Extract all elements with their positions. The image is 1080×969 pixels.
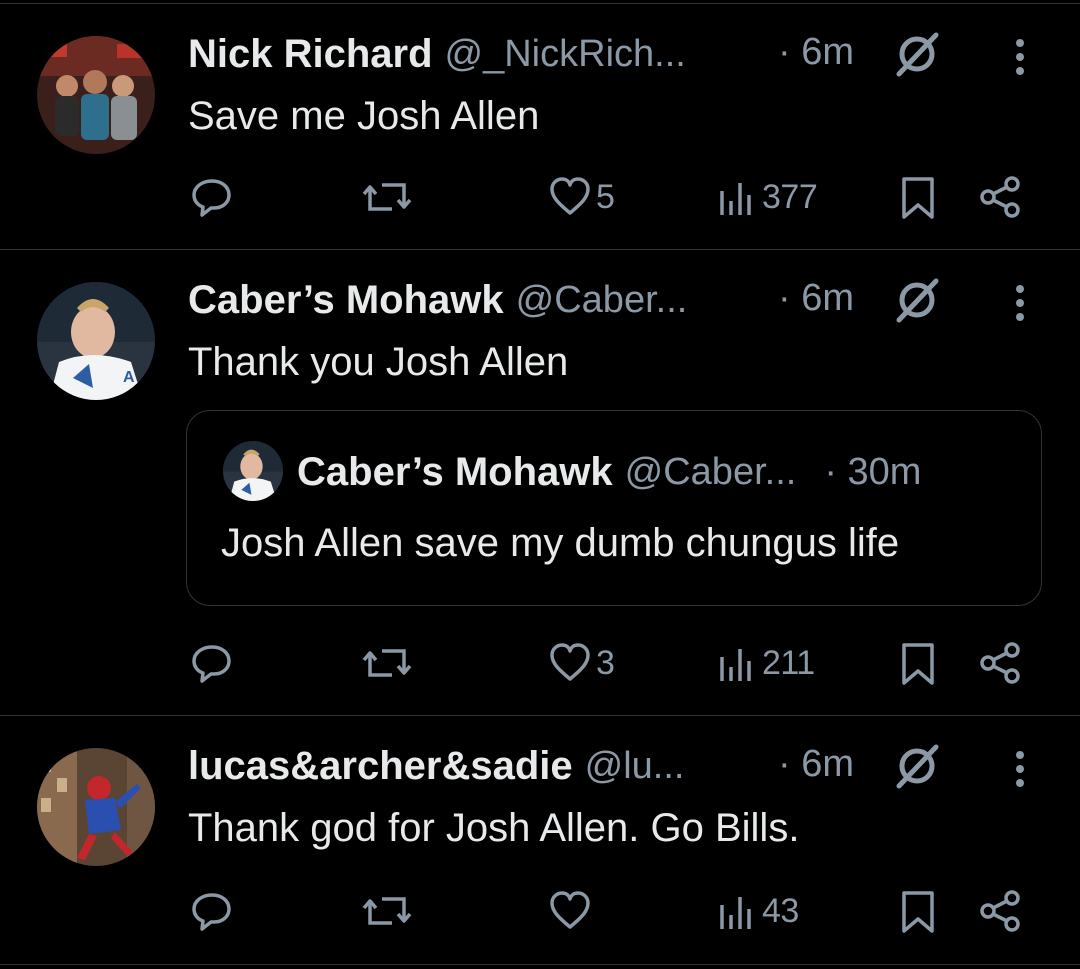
display-name[interactable]: Nick Richard xyxy=(188,32,433,77)
like-button[interactable] xyxy=(548,886,596,936)
like-count: 3 xyxy=(596,643,615,682)
display-name[interactable]: Caber’s Mohawk xyxy=(188,278,504,323)
share-icon xyxy=(980,176,1020,218)
divider xyxy=(0,964,1080,965)
user-handle[interactable]: @_NickRich... xyxy=(445,33,686,76)
bookmark-button[interactable] xyxy=(898,886,938,936)
tweet-1[interactable]: Nick Richard @_NickRich... · 6m Save me … xyxy=(0,0,1080,249)
svg-text:A: A xyxy=(123,369,135,386)
retweet-button[interactable] xyxy=(362,638,412,688)
heart-icon xyxy=(550,643,590,681)
tweet-text: Save me Josh Allen xyxy=(188,94,540,138)
view-count: 43 xyxy=(762,891,799,930)
reply-button[interactable] xyxy=(190,172,234,222)
user-handle[interactable]: @lu... xyxy=(585,745,685,788)
reply-button[interactable] xyxy=(190,638,234,688)
tweet-header: Nick Richard @_NickRich... xyxy=(188,29,686,79)
timestamp[interactable]: · 6m xyxy=(778,31,854,74)
quoted-handle: @Caber... xyxy=(624,450,797,493)
timestamp[interactable]: · 6m xyxy=(778,277,854,320)
avatar[interactable] xyxy=(37,36,155,154)
views-icon xyxy=(720,649,751,681)
quoted-avatar[interactable] xyxy=(223,441,283,501)
share-icon xyxy=(980,890,1020,932)
action-bar: 43 xyxy=(0,886,1080,936)
mute-icon[interactable] xyxy=(894,743,940,789)
bookmark-icon xyxy=(902,643,934,685)
heart-icon xyxy=(550,891,590,929)
retweet-button[interactable] xyxy=(362,172,412,222)
reply-icon xyxy=(192,645,231,683)
retweet-icon xyxy=(362,897,412,925)
quoted-text: Josh Allen save my dumb chungus life xyxy=(221,521,900,565)
action-bar: 5 377 xyxy=(0,172,1080,222)
retweet-button[interactable] xyxy=(362,886,412,936)
avatar-image: A xyxy=(37,282,155,400)
tweet-header: lucas&archer&sadie @lu... xyxy=(188,741,684,791)
retweet-icon xyxy=(362,183,412,211)
avatar[interactable] xyxy=(37,748,155,866)
views-button[interactable]: 43 xyxy=(718,886,799,936)
more-icon[interactable] xyxy=(1006,282,1034,328)
retweet-icon xyxy=(362,649,412,677)
quoted-tweet[interactable]: Caber’s Mohawk @Caber... · 30m Josh Alle… xyxy=(186,410,1042,606)
avatar[interactable]: A xyxy=(37,282,155,400)
share-button[interactable] xyxy=(978,886,1022,936)
heart-icon xyxy=(550,177,590,215)
tweet-header: Caber’s Mohawk @Caber... xyxy=(188,275,687,325)
views-button[interactable]: 377 xyxy=(718,172,818,222)
reply-icon xyxy=(192,893,231,931)
tweet-2[interactable]: A Caber’s Mohawk @Caber... · 6m Thank yo… xyxy=(0,250,1080,715)
view-count: 211 xyxy=(762,643,815,682)
mute-icon[interactable] xyxy=(894,31,940,77)
quoted-timestamp: · 30m xyxy=(824,450,922,493)
more-icon[interactable] xyxy=(1006,748,1034,794)
tweet-3[interactable]: lucas&archer&sadie @lu... · 6m Thank god… xyxy=(0,716,1080,964)
reply-icon xyxy=(192,179,231,217)
views-button[interactable]: 211 xyxy=(718,638,815,688)
share-button[interactable] xyxy=(978,638,1022,688)
timestamp[interactable]: · 6m xyxy=(778,743,854,786)
bookmark-icon xyxy=(902,891,934,933)
tweet-text: Thank god for Josh Allen. Go Bills. xyxy=(188,806,800,850)
action-bar: 3 211 xyxy=(0,638,1080,688)
share-icon xyxy=(980,642,1020,684)
views-icon xyxy=(720,183,751,215)
like-button[interactable]: 5 xyxy=(548,172,615,222)
quoted-header: Caber’s Mohawk @Caber... · 30m xyxy=(297,447,921,497)
avatar-image xyxy=(37,36,155,154)
tweet-text: Thank you Josh Allen xyxy=(188,340,569,384)
views-icon xyxy=(720,897,751,929)
quoted-display-name: Caber’s Mohawk xyxy=(297,449,613,494)
bookmark-button[interactable] xyxy=(898,638,938,688)
user-handle[interactable]: @Caber... xyxy=(516,279,688,322)
bookmark-icon xyxy=(902,177,934,219)
like-count: 5 xyxy=(596,177,615,216)
view-count: 377 xyxy=(762,177,818,216)
like-button[interactable]: 3 xyxy=(548,638,615,688)
mute-icon[interactable] xyxy=(894,277,940,323)
avatar-image xyxy=(223,441,283,501)
avatar-image xyxy=(37,748,155,866)
display-name[interactable]: lucas&archer&sadie xyxy=(188,744,573,789)
bookmark-button[interactable] xyxy=(898,172,938,222)
reply-button[interactable] xyxy=(190,886,234,936)
share-button[interactable] xyxy=(978,172,1022,222)
more-icon[interactable] xyxy=(1006,36,1034,82)
